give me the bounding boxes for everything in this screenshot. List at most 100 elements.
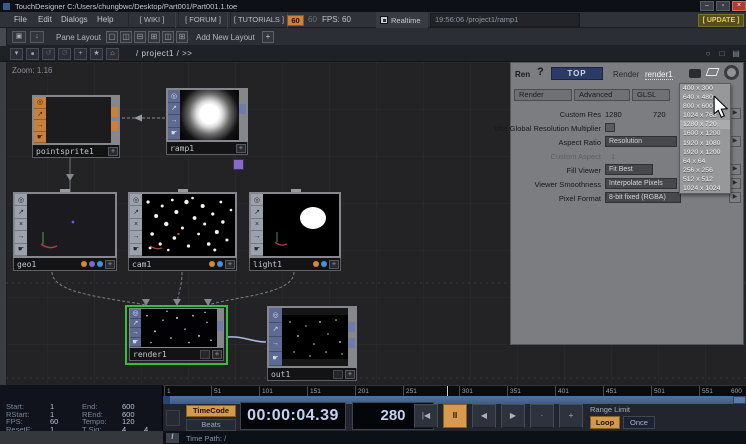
- display-flag-dot[interactable]: [97, 261, 103, 267]
- node-render1[interactable]: ◎ ↗ → ☛: [129, 308, 224, 361]
- layout-preset-3[interactable]: ⊟: [134, 31, 146, 43]
- range-end-handle[interactable]: [733, 396, 746, 404]
- pick-flag-icon[interactable]: ☛: [15, 244, 27, 256]
- node-geo1[interactable]: ◎ ↗ × → ☛ geo1: [13, 192, 117, 271]
- pick-flag-icon[interactable]: ☛: [34, 132, 46, 144]
- viewer-flag-icon[interactable]: ↗: [130, 206, 142, 218]
- layout-preset-6[interactable]: ⊞: [176, 31, 188, 43]
- node-expand-button[interactable]: +: [108, 147, 118, 156]
- jump-start-button[interactable]: |◀: [414, 404, 438, 428]
- range-start-handle[interactable]: [163, 396, 170, 404]
- dropdown-item[interactable]: 1024 x 1024: [680, 184, 730, 193]
- viewer-flag-icon[interactable]: ↗: [130, 319, 141, 329]
- tutorials-link[interactable]: [ TUTORIALS ]: [230, 12, 288, 28]
- display-flag-icon[interactable]: ◎: [130, 194, 142, 206]
- home-icon[interactable]: ⌂: [106, 48, 119, 60]
- render-param-value[interactable]: render1: [645, 70, 673, 80]
- viewer-flag-icon[interactable]: ↗: [251, 206, 263, 218]
- play-forward-button[interactable]: ▶: [501, 404, 525, 428]
- fps-current-badge[interactable]: 60: [287, 15, 304, 26]
- dropdown-item[interactable]: 1920 x 1200: [680, 148, 730, 157]
- node-ramp1[interactable]: ◎ ↗ → ☛ ramp1 +: [166, 88, 248, 155]
- viewer-flag-icon[interactable]: ↗: [269, 323, 282, 338]
- breadcrumb[interactable]: / project1 / >>: [136, 49, 192, 58]
- maximize-button[interactable]: ▫: [716, 1, 730, 11]
- tab-render[interactable]: Render: [514, 89, 572, 101]
- node-output-connector[interactable]: [239, 90, 246, 140]
- node-expand-button[interactable]: +: [345, 370, 355, 379]
- close-button[interactable]: ×: [732, 1, 746, 11]
- param-value-res-w[interactable]: 1280: [605, 110, 622, 119]
- add-layout-plus-button[interactable]: +: [262, 31, 274, 43]
- global-res-toggle[interactable]: [605, 123, 615, 132]
- layout-preset-1[interactable]: ▢: [106, 31, 118, 43]
- node-light1[interactable]: ◎ ↗ × → ☛ light1: [249, 192, 341, 271]
- display-flag-icon[interactable]: ◎: [168, 90, 180, 103]
- node-input-connector[interactable]: [178, 189, 188, 192]
- node-cam1[interactable]: ◎ ↗ × → ☛: [128, 192, 237, 271]
- arrow-flag-icon[interactable]: →: [15, 231, 27, 243]
- viewer-flag-icon[interactable]: ↗: [34, 109, 46, 121]
- display-flag-icon[interactable]: ◎: [34, 97, 46, 109]
- arrow-flag-icon[interactable]: →: [34, 120, 46, 132]
- node-output-connector[interactable]: [348, 308, 355, 366]
- viewer-smoothness-menu[interactable]: Interpolate Pixels: [605, 178, 677, 189]
- layout-preset-5[interactable]: ◫: [162, 31, 174, 43]
- node-flag-box[interactable]: [333, 370, 343, 379]
- node-expand-button[interactable]: +: [329, 260, 339, 269]
- delete-flag-icon[interactable]: ×: [15, 219, 27, 231]
- forum-link[interactable]: [ FORUM ]: [178, 12, 228, 28]
- tab-glsl[interactable]: GLSL: [632, 89, 670, 101]
- update-button[interactable]: [ UPDATE ]: [698, 14, 744, 27]
- display-flag-icon[interactable]: ◎: [130, 309, 141, 319]
- pick-flag-icon[interactable]: ☛: [269, 352, 282, 367]
- display-flag-dot[interactable]: [217, 261, 223, 267]
- node-expand-button[interactable]: +: [212, 350, 222, 359]
- node-pointsprite1[interactable]: ◎ ↗ → ☛ pointsprite1 +: [32, 95, 120, 158]
- pane-square-icon[interactable]: □: [716, 48, 728, 60]
- menu-dialogs[interactable]: Dialogs: [61, 15, 88, 24]
- comment-icon[interactable]: [689, 69, 701, 78]
- dropdown-item[interactable]: 400 x 300: [680, 84, 730, 93]
- help-button[interactable]: ?: [537, 66, 544, 78]
- realtime-toggle[interactable]: Realtime: [376, 12, 428, 28]
- step-back-button[interactable]: ·: [530, 404, 554, 428]
- dropdown-item[interactable]: 1920 x 1080: [680, 139, 730, 148]
- dropdown-item[interactable]: 1600 x 1200: [680, 129, 730, 138]
- node-out1[interactable]: ◎ ↗ → ☛: [267, 306, 357, 381]
- display-flag-icon[interactable]: ◎: [269, 308, 282, 323]
- nav-empty-icon[interactable]: ∅: [58, 48, 71, 60]
- render-flag-dot[interactable]: [313, 261, 319, 267]
- timeline-ruler[interactable]: 1 51 101 151 201 251 301 351 401 451 501…: [163, 385, 746, 396]
- timecode-mode-button[interactable]: TimeCode: [186, 405, 236, 417]
- layout-preset-4[interactable]: ⊞: [148, 31, 160, 43]
- pane-grid-icon[interactable]: ▤: [730, 48, 742, 60]
- render-flag-dot[interactable]: [81, 261, 87, 267]
- dropdown-item[interactable]: 1280 x 720: [680, 120, 730, 129]
- nav-add-icon[interactable]: +: [74, 48, 87, 60]
- viewer-flag-icon[interactable]: ↗: [15, 206, 27, 218]
- menu-file[interactable]: File: [14, 15, 27, 24]
- node-input-connector[interactable]: [291, 189, 301, 192]
- pick-flag-icon[interactable]: ☛: [251, 244, 263, 256]
- nav-dropdown-icon[interactable]: ▾: [10, 48, 23, 60]
- time-path-slash-badge[interactable]: /: [166, 433, 179, 443]
- delete-flag-icon[interactable]: ×: [130, 219, 142, 231]
- display-flag-dot[interactable]: [321, 261, 327, 267]
- pane-down-icon[interactable]: ↓: [30, 31, 44, 43]
- dropdown-item[interactable]: 512 x 512: [680, 175, 730, 184]
- nav-stop-icon[interactable]: ■: [26, 48, 39, 60]
- arrow-flag-icon[interactable]: →: [251, 231, 263, 243]
- viewer-flag-icon[interactable]: ↗: [168, 103, 180, 116]
- timeline-options-button[interactable]: [166, 410, 180, 426]
- node-expand-button[interactable]: +: [236, 144, 246, 153]
- aspect-ratio-menu[interactable]: Resolution: [605, 136, 677, 147]
- operator-family-button[interactable]: TOP: [551, 67, 603, 80]
- layout-preset-2[interactable]: ◫: [120, 31, 132, 43]
- wiki-link[interactable]: [ WIKI ]: [128, 12, 176, 28]
- display-flag-icon[interactable]: ◎: [15, 194, 27, 206]
- dropdown-item[interactable]: 256 x 256: [680, 166, 730, 175]
- render-flag-dot[interactable]: [209, 261, 215, 267]
- menu-edit[interactable]: Edit: [38, 15, 52, 24]
- once-button[interactable]: Once: [623, 416, 655, 429]
